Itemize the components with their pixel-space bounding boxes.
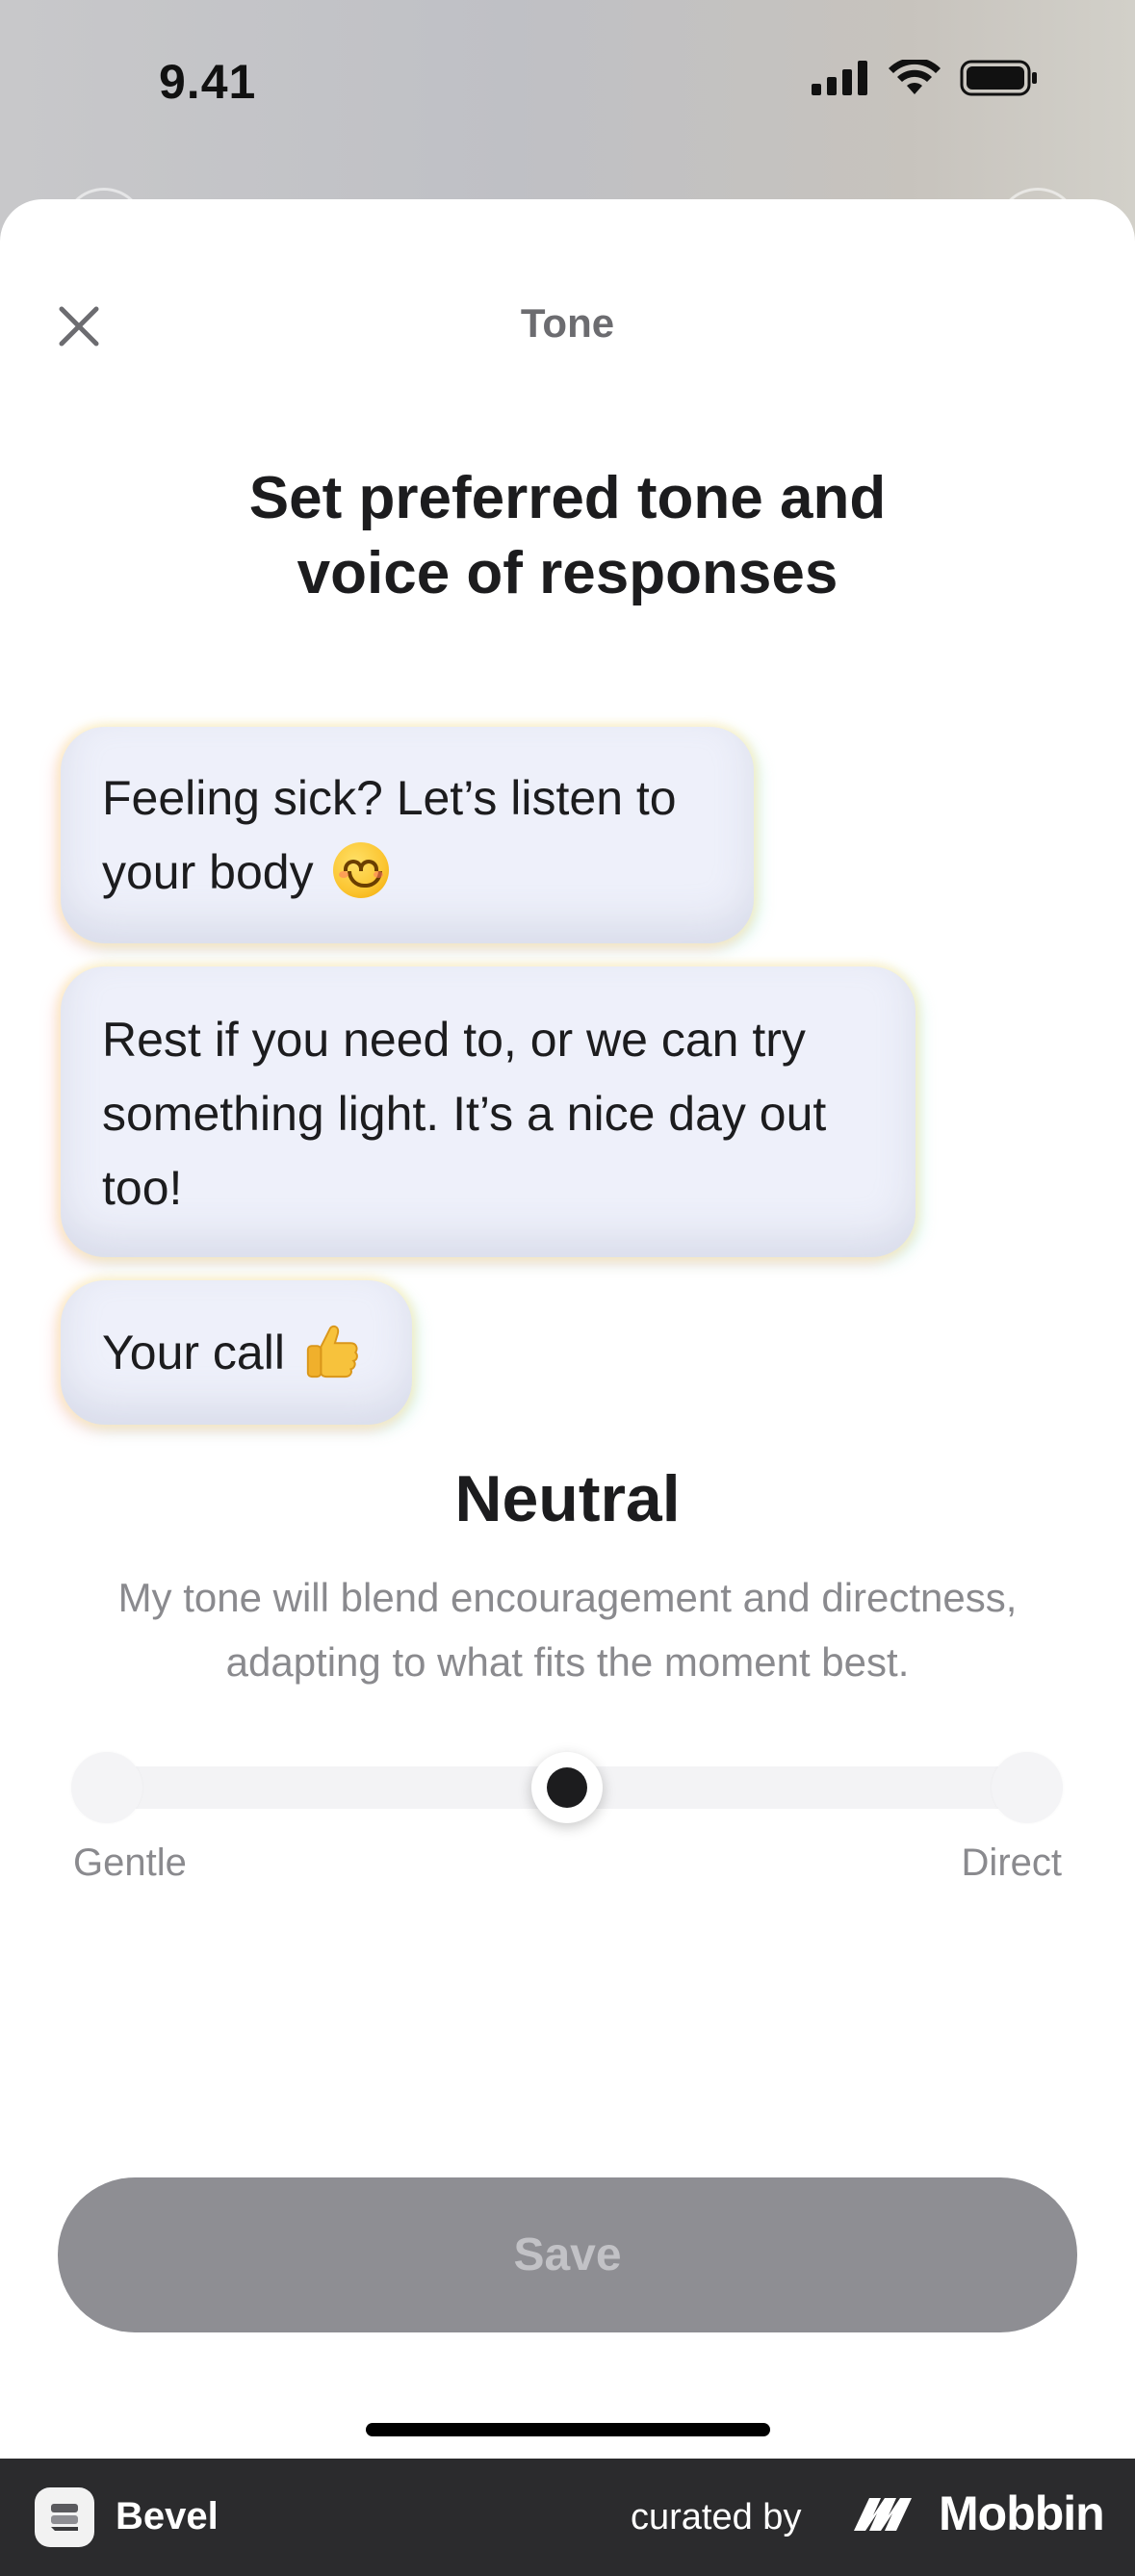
- status-time: 9.41: [159, 55, 257, 109]
- status-bar: 9.41: [0, 0, 1135, 270]
- home-indicator: [366, 2423, 770, 2436]
- curated-by-label: curated by: [631, 2497, 802, 2537]
- chat-bubble: Rest if you need to, or we can try somet…: [61, 966, 916, 1257]
- smiling-face-icon: [332, 842, 389, 898]
- tone-description: My tone will blend encouragement and dir…: [117, 1575, 1018, 1685]
- slider-thumb[interactable]: [531, 1752, 603, 1823]
- save-button[interactable]: Save: [58, 2177, 1077, 2332]
- bubble-line: your body: [102, 836, 712, 910]
- mobbin-logo-icon: [854, 2498, 912, 2531]
- thumbs-up-icon: [306, 1325, 358, 1378]
- app-name: Bevel: [116, 2495, 219, 2537]
- bevel-logo-icon: [51, 2504, 78, 2531]
- sheet-title: Tone: [520, 300, 615, 346]
- footer-bar: Bevel curated by Mobbin: [0, 2459, 1135, 2576]
- slider-stop-gentle[interactable]: [71, 1752, 142, 1823]
- mobbin-brand: Mobbin: [852, 2486, 1105, 2541]
- headline: Set preferred tone and voice of response…: [0, 461, 1135, 611]
- chat-bubble: Your call: [61, 1280, 412, 1425]
- bevel-app-icon: [35, 2487, 94, 2547]
- slider-stop-direct[interactable]: [992, 1752, 1063, 1823]
- tone-name: Neutral: [454, 1462, 681, 1535]
- chat-bubble: Feeling sick? Let’s listen to your body: [61, 727, 754, 943]
- cellular-signal-icon: [812, 61, 867, 95]
- headline-line-1: Set preferred tone and: [248, 465, 887, 531]
- slider-label-direct: Direct: [961, 1842, 1062, 1884]
- bubble-line: something light. It’s a nice day out: [102, 1087, 827, 1141]
- slider-label-gentle: Gentle: [73, 1842, 187, 1884]
- brand-name: Mobbin: [939, 2486, 1105, 2540]
- bubble-line: too!: [102, 1161, 183, 1215]
- headline-line-2: voice of responses: [297, 540, 838, 606]
- battery-icon: [960, 60, 1037, 96]
- bubble-line: Feeling sick? Let’s listen to: [102, 771, 677, 825]
- status-icons: [812, 60, 1039, 96]
- slider-thumb-dot: [547, 1767, 587, 1808]
- bubble-line: Your call: [102, 1316, 371, 1390]
- tone-slider[interactable]: [71, 1752, 1063, 1823]
- wifi-icon: [889, 60, 941, 94]
- bubble-line: Rest if you need to, or we can try: [102, 1013, 806, 1067]
